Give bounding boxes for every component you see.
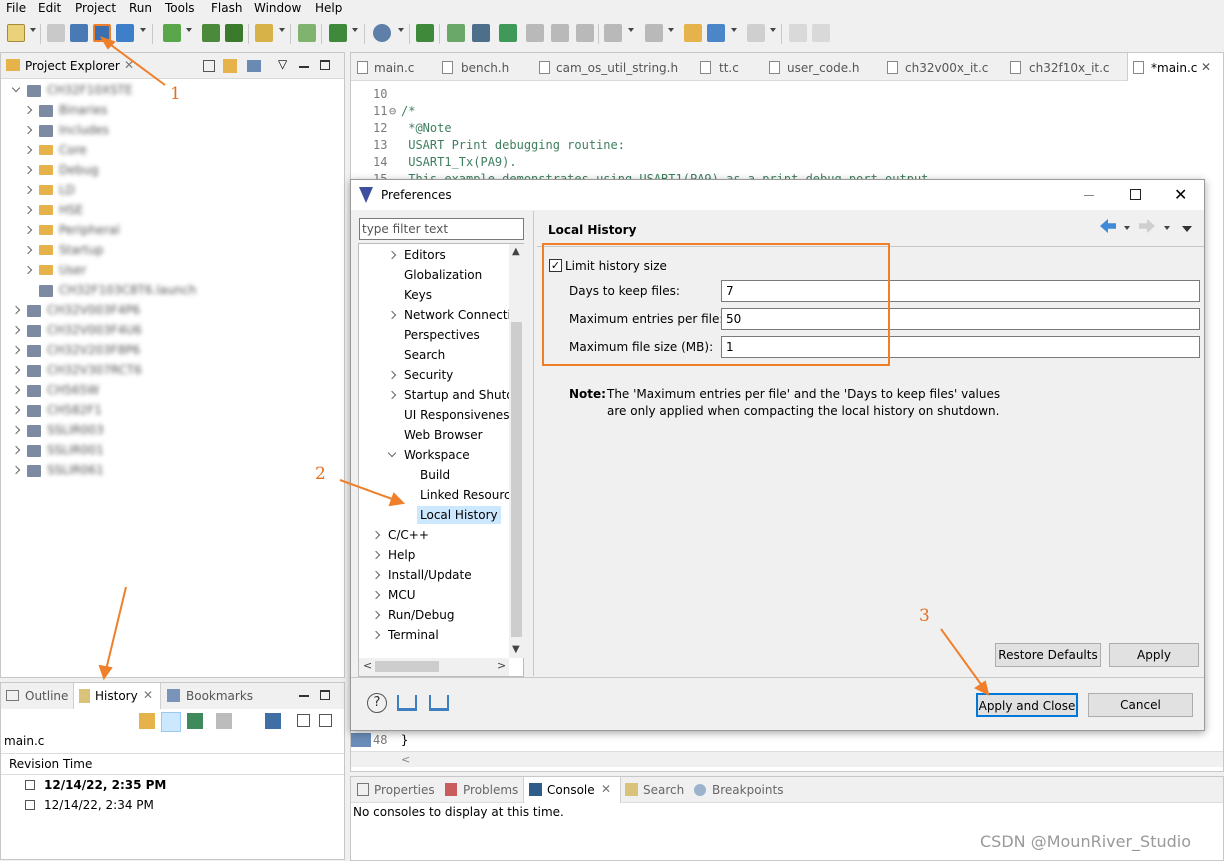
arrow-2-head bbox=[388, 492, 406, 507]
arrow-2-line bbox=[339, 479, 396, 501]
arrow-history-head bbox=[98, 664, 113, 681]
annotation-1: 1 bbox=[170, 84, 181, 104]
arrow-3-head bbox=[974, 680, 990, 696]
arrow-1-line bbox=[106, 41, 166, 86]
arrow-3-line bbox=[940, 628, 984, 688]
arrow-history-line bbox=[105, 586, 127, 671]
annotation-3: 3 bbox=[919, 606, 930, 626]
annotation-arrows bbox=[98, 36, 990, 696]
watermark: CSDN @MounRiver_Studio bbox=[980, 832, 1191, 851]
annotation-2: 2 bbox=[315, 464, 326, 484]
